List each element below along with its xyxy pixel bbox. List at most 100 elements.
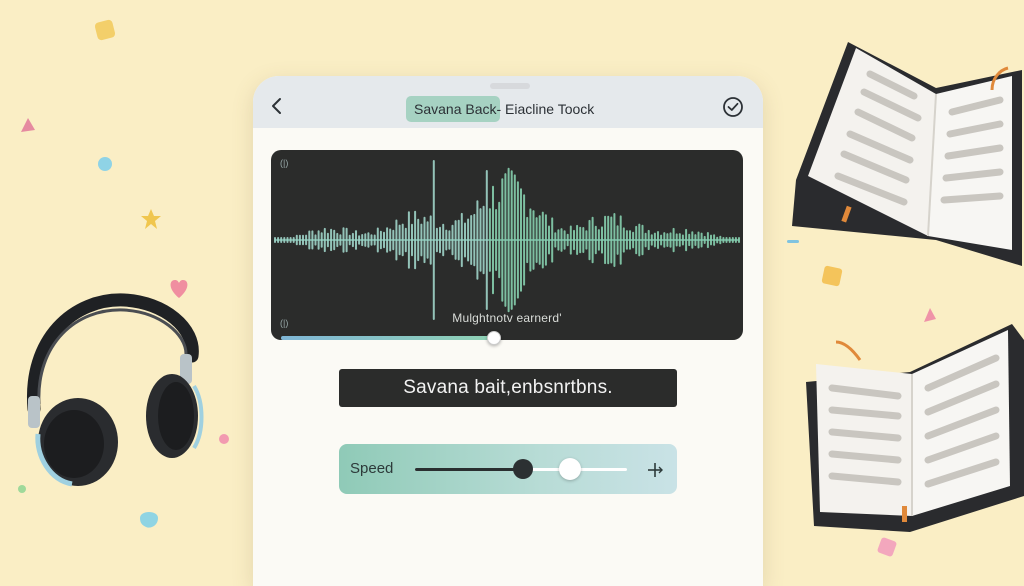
waveform-bar	[691, 231, 694, 249]
waveform-bar	[435, 227, 438, 253]
app-header: Savana Back- Eiacline Toock	[253, 76, 763, 128]
waveform-bar	[619, 215, 622, 265]
waveform-bar	[448, 230, 451, 250]
waveform-bar	[355, 230, 357, 250]
waveform-bar	[373, 234, 376, 246]
waveform-bar	[554, 232, 557, 248]
waveform-bar	[579, 226, 582, 254]
waveform-bar	[423, 216, 426, 264]
waveform-bar	[358, 235, 361, 245]
waveform-bar	[604, 215, 607, 265]
speed-slider-fill	[415, 468, 524, 471]
waveform-bar	[395, 219, 398, 261]
waveform-bar	[632, 231, 635, 249]
waveform-bar	[594, 225, 597, 255]
waveform-bar	[657, 231, 659, 249]
playback-progress-bar[interactable]	[281, 331, 741, 345]
waveform-bar	[647, 229, 650, 251]
waveform-bar	[308, 230, 311, 250]
waveform-bar	[653, 232, 656, 248]
waveform-bar	[538, 215, 541, 265]
waveform-bar	[573, 229, 575, 251]
confetti-triangle-icon	[21, 118, 35, 132]
waveform-bar	[507, 167, 510, 313]
waveform-bar	[295, 234, 298, 246]
waveform-bar	[697, 231, 700, 249]
waveform-bar	[710, 234, 712, 246]
waveform-bar	[302, 234, 304, 246]
waveform-bar	[601, 226, 603, 254]
waveform-bar	[367, 232, 370, 248]
waveform-bar	[326, 232, 329, 248]
waveform-bar	[280, 237, 283, 243]
speed-increase-button[interactable]	[644, 459, 666, 481]
waveform-bar	[703, 235, 706, 244]
waveform-bar	[426, 221, 429, 259]
confetti-star-icon	[141, 209, 161, 229]
audio-waveform[interactable]: (|) (|) Mulghtnotv earnerd'	[271, 150, 743, 340]
waveform-bar	[566, 233, 569, 247]
waveform-bar	[467, 218, 470, 262]
waveform-bar	[323, 227, 326, 253]
waveform-bar	[314, 234, 317, 246]
waveform-bar	[529, 208, 532, 272]
waveform-bar	[333, 229, 336, 251]
waveform-bar	[685, 228, 688, 252]
waveform-bar	[445, 229, 448, 251]
waveform-bar	[283, 237, 286, 243]
waveform-bar	[451, 224, 454, 256]
waveform-bar	[420, 223, 423, 257]
phone-screen: Savana Back- Eiacline Toock (|) (|) Mulg…	[253, 76, 763, 586]
playback-scrubber-thumb[interactable]	[486, 331, 501, 345]
waveform-bar	[597, 229, 600, 251]
waveform-bar	[286, 237, 289, 243]
back-button[interactable]	[265, 94, 289, 118]
done-button[interactable]	[722, 96, 744, 118]
waveform-bar	[560, 228, 563, 252]
waveform-bar	[638, 223, 641, 257]
waveform-bar	[488, 208, 491, 272]
waveform-bar	[495, 209, 498, 271]
waveform-bar	[544, 214, 547, 266]
waveform-bar	[688, 233, 691, 247]
waveform-bar	[520, 188, 522, 292]
drag-handle[interactable]	[490, 83, 530, 89]
waveform-bar	[523, 194, 526, 286]
waveform-bar	[504, 173, 507, 307]
waveform-bar	[479, 208, 482, 272]
waveform-bar	[292, 237, 295, 243]
waveform-bar	[289, 237, 292, 243]
waveform-bar	[277, 237, 280, 243]
speed-slider-thumb-secondary[interactable]	[558, 458, 581, 480]
waveform-bar	[716, 236, 719, 244]
waveform-bar	[576, 224, 579, 255]
speed-slider[interactable]	[415, 458, 627, 480]
waveform-bar	[557, 229, 560, 251]
waveform-bar	[376, 227, 379, 253]
transcript-text: Savana bait,enbsnrtbns.	[339, 369, 677, 407]
title-wrap: Savana Back- Eiacline Toock	[406, 96, 594, 122]
waveform-bar	[663, 232, 666, 248]
waveform-bar	[401, 223, 404, 257]
waveform-bar	[672, 227, 675, 253]
waveform-bar	[616, 225, 619, 255]
waveform-bar	[476, 200, 479, 280]
waveform-bar	[510, 170, 513, 310]
waveform-bar	[498, 201, 501, 279]
playback-progress-fill	[281, 336, 493, 340]
waveform-bar	[370, 234, 373, 246]
waveform-bar	[298, 234, 301, 246]
waveform-bar	[442, 223, 445, 257]
waveform-bar	[731, 237, 734, 243]
waveform-bar	[414, 210, 417, 270]
speed-slider-thumb[interactable]	[513, 459, 534, 479]
waveform-bar	[411, 223, 413, 257]
waveform-bar	[311, 230, 314, 250]
waveform-bar	[622, 227, 625, 253]
waveform-bar	[660, 234, 663, 246]
waveform-bar	[635, 225, 638, 255]
waveform-bar	[389, 228, 392, 252]
chevron-left-icon	[272, 98, 281, 114]
waveform-bar	[457, 219, 460, 261]
waveform-bar	[738, 237, 740, 243]
